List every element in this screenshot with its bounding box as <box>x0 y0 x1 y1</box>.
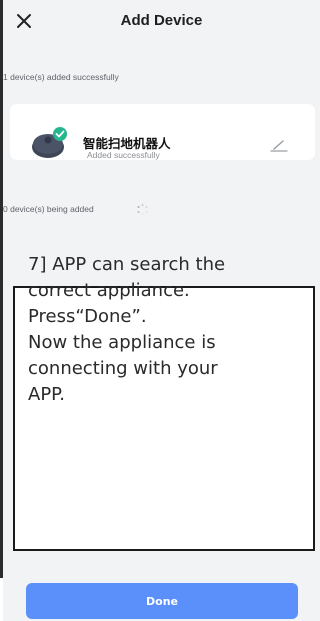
instruction-line: connecting with your <box>28 358 218 379</box>
instruction-line: Press“Done”. <box>28 306 147 327</box>
instruction-line: Now the appliance is <box>28 332 216 353</box>
instruction-lines: 7] APP can search the correct appliance.… <box>28 252 293 408</box>
instruction-line: APP. <box>28 384 65 405</box>
instruction-line: 7] APP can search the <box>28 254 226 275</box>
instruction-line: correct appliance. <box>28 280 190 301</box>
instruction-text: 7] APP can search the correct appliance.… <box>13 0 315 621</box>
done-button[interactable]: Done <box>26 583 298 619</box>
